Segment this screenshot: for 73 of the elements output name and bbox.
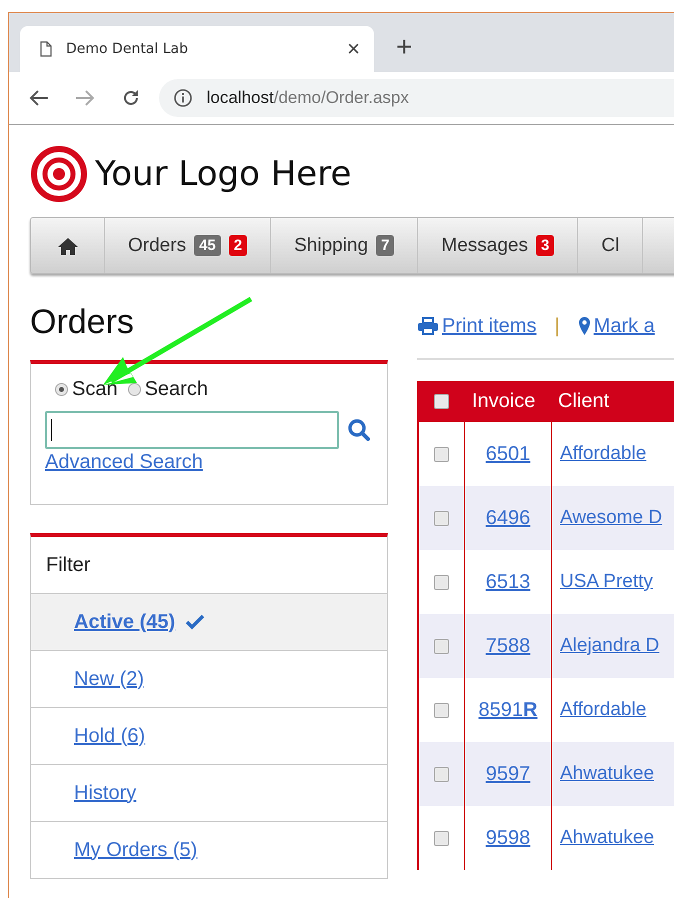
scan-input-field[interactable] [45, 411, 339, 449]
filter-link[interactable]: New (2) [74, 668, 144, 690]
document-icon [40, 41, 52, 57]
count-badge: 45 [194, 235, 221, 256]
column-header[interactable]: Invoice [464, 381, 550, 422]
invoice-link[interactable]: 7588 [486, 634, 530, 658]
nav-label: Messages [441, 234, 528, 256]
mode-radio[interactable]: Scan [55, 378, 118, 401]
close-tab-button[interactable]: × [347, 36, 360, 62]
back-icon[interactable] [29, 89, 49, 107]
invoice-link[interactable]: 9597 [486, 762, 530, 786]
nav-label: Shipping [294, 234, 368, 256]
printer-icon [417, 317, 439, 335]
url-host: localhost [206, 88, 274, 108]
radio-circle[interactable] [55, 383, 68, 396]
filter-link[interactable]: Hold (6) [74, 724, 146, 748]
filter-item[interactable]: Active (45) [31, 594, 387, 651]
count-badge: 2 [228, 235, 248, 256]
row-checkbox[interactable] [434, 702, 449, 718]
home-icon [56, 236, 78, 254]
count-badge: 3 [536, 235, 554, 256]
nav-tab[interactable]: Shipping 7 [271, 218, 418, 273]
row-checkbox[interactable] [434, 638, 449, 654]
filter-link[interactable]: My Orders (5) [74, 838, 198, 862]
tab-title: Demo Dental Lab [66, 41, 189, 57]
row-checkbox[interactable] [434, 574, 449, 590]
mark-link[interactable]: Mark a [578, 314, 655, 338]
client-link[interactable]: USA Pretty [560, 571, 653, 593]
column-header[interactable]: Client [550, 381, 610, 422]
row-checkbox[interactable] [434, 830, 449, 846]
checkmark-icon [185, 614, 206, 630]
advanced-search-link[interactable]: Advanced Search [45, 451, 203, 474]
nav-label: Orders [128, 234, 186, 256]
url-path: /demo/Order.aspx [274, 88, 409, 108]
invoice-link[interactable]: 6501 [486, 442, 530, 466]
address-bar[interactable]: localhost/demo/Order.aspx [158, 79, 674, 117]
page-title: Orders [30, 302, 134, 342]
filter-item[interactable]: History [31, 765, 387, 822]
search-icon[interactable] [347, 418, 371, 442]
client-link[interactable]: Alejandra D [560, 635, 660, 657]
invoice-link[interactable]: 9598 [486, 826, 530, 850]
row-checkbox[interactable] [434, 510, 449, 526]
select-all-checkbox[interactable] [434, 394, 449, 409]
client-link[interactable]: Affordable [560, 699, 646, 721]
invoice-link[interactable]: 6496 [486, 506, 530, 530]
filter-item[interactable]: My Orders (5) [31, 822, 387, 878]
client-link[interactable]: Awesome D [560, 507, 662, 529]
filter-link[interactable]: Active (45) [74, 610, 176, 634]
count-badge: 7 [376, 235, 394, 256]
client-link[interactable]: Ahwatukee [560, 763, 654, 785]
separator-text: | [554, 314, 560, 338]
nav-tab[interactable]: Orders 45 2 [105, 218, 272, 273]
nav-tab[interactable]: Cl [578, 218, 644, 273]
filter-item[interactable]: New (2) [31, 651, 387, 708]
row-checkbox[interactable] [434, 446, 449, 462]
print-items-link[interactable]: Print items [417, 314, 536, 338]
forward-icon[interactable] [74, 89, 95, 107]
new-tab-button[interactable]: + [396, 30, 412, 62]
invoice-link[interactable]: 8591R [478, 698, 538, 722]
client-link[interactable]: Affordable [560, 443, 646, 465]
filter-item[interactable]: Hold (6) [31, 708, 387, 765]
browser-tab[interactable]: Demo Dental Lab × [20, 26, 374, 72]
info-icon [172, 88, 193, 108]
client-link[interactable]: Ahwatukee [560, 827, 654, 849]
invoice-link[interactable]: 6513 [486, 570, 530, 594]
row-checkbox[interactable] [434, 766, 449, 782]
filter-link[interactable]: History [74, 782, 136, 804]
nav-tab[interactable]: Messages 3 [418, 218, 578, 273]
logo-text: Your Logo Here [95, 154, 352, 194]
nav-label: Cl [601, 234, 620, 256]
radio-circle[interactable] [128, 383, 141, 396]
map-pin-icon [578, 316, 591, 336]
target-logo-icon [30, 145, 88, 203]
